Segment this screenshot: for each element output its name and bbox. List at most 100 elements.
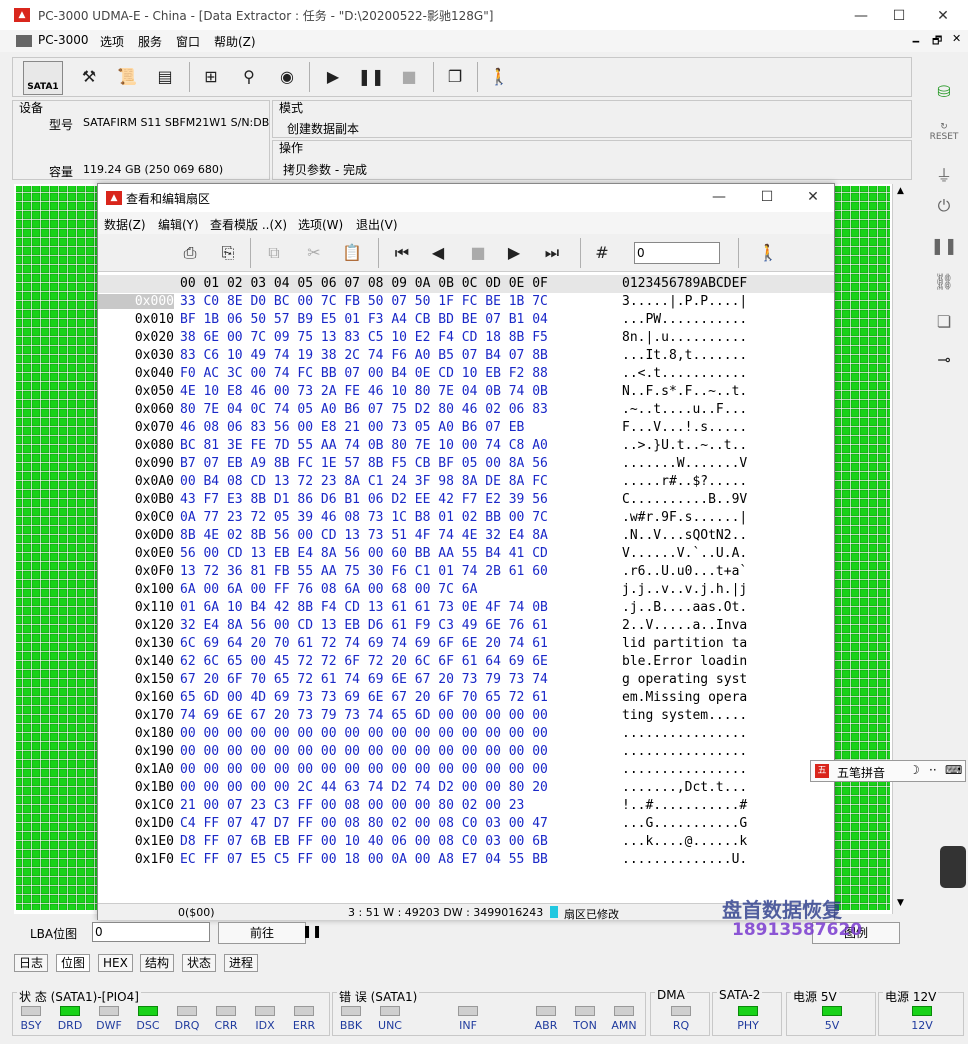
row-ascii[interactable]: ting system.....	[622, 708, 747, 723]
row-bytes[interactable]: 00 00 00 00 00 2C 44 63 74 D2 74 D2 00 0…	[180, 780, 548, 795]
menu-service[interactable]: 服务	[138, 33, 162, 50]
row-bytes[interactable]: 0A 77 23 72 05 39 46 08 73 1C B8 01 02 B…	[180, 510, 548, 525]
row-bytes[interactable]: 43 F7 E3 8B D1 86 D6 B1 06 D2 EE 42 F7 E…	[180, 492, 548, 507]
sata-side-icon[interactable]: ⊸	[928, 350, 960, 380]
row-bytes[interactable]: 80 7E 04 0C 74 05 A0 B6 07 75 D2 80 46 0…	[180, 402, 548, 417]
row-ascii[interactable]: .N..V...sQOtN2..	[622, 528, 747, 543]
power-icon[interactable]: ⏻	[928, 196, 960, 226]
row-bytes[interactable]: 38 6E 00 7C 09 75 13 83 C5 10 E2 F4 CD 1…	[180, 330, 548, 345]
plug-icon[interactable]: ⏚	[928, 162, 960, 192]
row-bytes[interactable]: 4E 10 E8 46 00 73 2A FE 46 10 80 7E 04 0…	[180, 384, 548, 399]
row-bytes[interactable]: 6A 00 6A 00 FF 76 08 6A 00 68 00 7C 6A	[180, 582, 477, 597]
hex-row[interactable]: 0x1B0 00 00 00 00 00 2C 44 63 74 D2 74 D2…	[98, 780, 834, 798]
row-ascii[interactable]: ..............U.	[622, 852, 747, 867]
row-bytes[interactable]: 00 00 00 00 00 00 00 00 00 00 00 00 00 0…	[180, 762, 548, 777]
row-bytes[interactable]: 65 6D 00 4D 69 73 73 69 6E 67 20 6F 70 6…	[180, 690, 548, 705]
row-bytes[interactable]: 21 00 07 23 C3 FF 00 08 00 00 00 80 02 0…	[180, 798, 524, 813]
row-ascii[interactable]: 3.....|.P.P....|	[622, 294, 747, 309]
percent-icon[interactable]: ▤	[151, 62, 179, 92]
row-ascii[interactable]: F...V...!.s.....	[622, 420, 747, 435]
row-bytes[interactable]: EC FF 07 E5 C5 FF 00 18 00 0A 00 A8 E7 0…	[180, 852, 548, 867]
row-bytes[interactable]: 8B 4E 02 8B 56 00 CD 13 73 51 4F 74 4E 3…	[180, 528, 548, 543]
hex-row[interactable]: 0x020 38 6E 00 7C 09 75 13 83 C5 10 E2 F4…	[98, 330, 834, 348]
row-bytes[interactable]: 67 20 6F 70 65 72 61 74 69 6E 67 20 73 7…	[180, 672, 548, 687]
hex-row[interactable]: 0x190 00 00 00 00 00 00 00 00 00 00 00 00…	[98, 744, 834, 762]
binoculars-icon[interactable]: ⚲	[235, 62, 263, 92]
hex-row[interactable]: 0x000 33 C0 8E D0 BC 00 7C FB 50 07 50 1F…	[98, 294, 834, 312]
mdi-close-icon[interactable]: ✕	[952, 32, 961, 45]
row-ascii[interactable]: ..<.t...........	[622, 366, 747, 381]
row-bytes[interactable]: F0 AC 3C 00 74 FC BB 07 00 B4 0E CD 10 E…	[180, 366, 548, 381]
database-icon[interactable]: ⛁	[928, 82, 960, 112]
tab-bitmap[interactable]: 位图	[56, 954, 91, 972]
hex-row[interactable]: 0x130 6C 69 64 20 70 61 72 74 69 74 69 6F…	[98, 636, 834, 654]
punct-icon[interactable]: ··	[929, 763, 937, 777]
hex-minimize-button[interactable]: —	[704, 187, 734, 207]
hex-row[interactable]: 0x180 00 00 00 00 00 00 00 00 00 00 00 00…	[98, 726, 834, 744]
scroll-up-icon[interactable]: ▲	[897, 186, 904, 196]
row-ascii[interactable]: ..>.}U.t..~..t..	[622, 438, 747, 453]
tab-process[interactable]: 进程	[224, 954, 259, 972]
hex-row[interactable]: 0x0F0 13 72 36 81 FB 55 AA 75 30 F6 C1 01…	[98, 564, 834, 582]
paste-icon[interactable]: 📋	[338, 238, 366, 268]
lba-input[interactable]	[92, 922, 210, 942]
row-bytes[interactable]: 56 00 CD 13 EB E4 8A 56 00 60 BB AA 55 B…	[180, 546, 548, 561]
row-ascii[interactable]: V......V.`..U.A.	[622, 546, 747, 561]
row-ascii[interactable]: .......,Dct.t...	[622, 780, 747, 795]
hex-row[interactable]: 0x160 65 6D 00 4D 69 73 73 69 6E 67 20 6F…	[98, 690, 834, 708]
row-bytes[interactable]: 6C 69 64 20 70 61 72 74 69 74 69 6F 6E 2…	[180, 636, 548, 651]
hex-row[interactable]: 0x1A0 00 00 00 00 00 00 00 00 00 00 00 00…	[98, 762, 834, 780]
pause-side-icon[interactable]: ❚❚	[928, 236, 960, 266]
row-ascii[interactable]: .w#r.9F.s......|	[622, 510, 747, 525]
grid-scrollbar[interactable]: ▲ ▼	[892, 184, 910, 914]
row-bytes[interactable]: 46 08 06 83 56 00 E8 21 00 73 05 A0 B6 0…	[180, 420, 524, 435]
scroll-icon[interactable]: 📜	[113, 62, 141, 92]
link-icon[interactable]: ⛓	[928, 272, 960, 302]
windows-icon[interactable]: ❐	[441, 62, 469, 92]
write-sector-icon[interactable]: ⎘	[214, 238, 242, 268]
hex-row[interactable]: 0x030 83 C6 10 49 74 19 38 2C 74 F6 A0 B5…	[98, 348, 834, 366]
hex-row[interactable]: 0x0B0 43 F7 E3 8B D1 86 D6 B1 06 D2 EE 42…	[98, 492, 834, 510]
maximize-button[interactable]: ☐	[884, 6, 914, 26]
row-ascii[interactable]: C..........B..9V	[622, 492, 747, 507]
row-ascii[interactable]: ble.Error loadin	[622, 654, 747, 669]
mdi-restore-icon[interactable]: 🗗	[932, 32, 942, 51]
tab-hex[interactable]: HEX	[98, 954, 133, 972]
hex-row[interactable]: 0x040 F0 AC 3C 00 74 FC BB 07 00 B4 0E CD…	[98, 366, 834, 384]
hex-menu-template[interactable]: 查看模版 ..(X)	[210, 216, 287, 233]
pause-icon[interactable]: ❚❚	[357, 62, 385, 92]
hex-row[interactable]: 0x070 46 08 06 83 56 00 E8 21 00 73 05 A0…	[98, 420, 834, 438]
hex-row[interactable]: 0x110 01 6A 10 B4 42 8B F4 CD 13 61 61 73…	[98, 600, 834, 618]
row-ascii[interactable]: ...PW...........	[622, 312, 747, 327]
hex-menu-edit[interactable]: 编辑(Y)	[158, 216, 199, 233]
row-bytes[interactable]: 74 69 6E 67 20 73 79 73 74 65 6D 00 00 0…	[180, 708, 548, 723]
prev-sector-icon[interactable]: ◀	[424, 238, 452, 268]
hex-row[interactable]: 0x100 6A 00 6A 00 FF 76 08 6A 00 68 00 7C…	[98, 582, 834, 600]
row-ascii[interactable]: ...k....@......k	[622, 834, 747, 849]
row-ascii[interactable]: 8n.|.u..........	[622, 330, 747, 345]
tab-log[interactable]: 日志	[14, 954, 49, 972]
hex-menu-options[interactable]: 选项(W)	[298, 216, 343, 233]
row-bytes[interactable]: 33 C0 8E D0 BC 00 7C FB 50 07 50 1F FC B…	[180, 294, 548, 309]
hex-maximize-button[interactable]: ☐	[752, 187, 782, 207]
stop-hex-icon[interactable]: ■	[464, 238, 492, 268]
row-ascii[interactable]: ...G...........G	[622, 816, 747, 831]
hex-row[interactable]: 0x090 B7 07 EB A9 8B FC 1E 57 8B F5 CB BF…	[98, 456, 834, 474]
row-bytes[interactable]: BF 1B 06 50 57 B9 E5 01 F3 A4 CB BD BE 0…	[180, 312, 548, 327]
tree-icon[interactable]: ⊞	[197, 62, 225, 92]
hex-row[interactable]: 0x050 4E 10 E8 46 00 73 2A FE 46 10 80 7E…	[98, 384, 834, 402]
hex-row[interactable]: 0x150 67 20 6F 70 65 72 61 74 69 6E 67 20…	[98, 672, 834, 690]
hex-exit-icon[interactable]: 🚶	[754, 238, 782, 268]
row-bytes[interactable]: 62 6C 65 00 45 72 72 6F 72 20 6C 6F 61 6…	[180, 654, 548, 669]
hex-row[interactable]: 0x0E0 56 00 CD 13 EB E4 8A 56 00 60 BB AA…	[98, 546, 834, 564]
row-bytes[interactable]: 13 72 36 81 FB 55 AA 75 30 F6 C1 01 74 2…	[180, 564, 548, 579]
sata1-button[interactable]: SATA1	[23, 61, 63, 95]
menu-window[interactable]: 窗口	[176, 33, 200, 50]
last-sector-icon[interactable]: ⏭	[538, 238, 566, 268]
hex-row[interactable]: 0x1F0 EC FF 07 E5 C5 FF 00 18 00 0A 00 A8…	[98, 852, 834, 870]
row-ascii[interactable]: ...It.8,t.......	[622, 348, 747, 363]
hex-menu-data[interactable]: 数据(Z)	[104, 216, 146, 233]
disk-icon[interactable]: ◉	[273, 62, 301, 92]
hex-row[interactable]: 0x1E0 D8 FF 07 6B EB FF 00 10 40 06 00 08…	[98, 834, 834, 852]
row-bytes[interactable]: 83 C6 10 49 74 19 38 2C 74 F6 A0 B5 07 B…	[180, 348, 548, 363]
